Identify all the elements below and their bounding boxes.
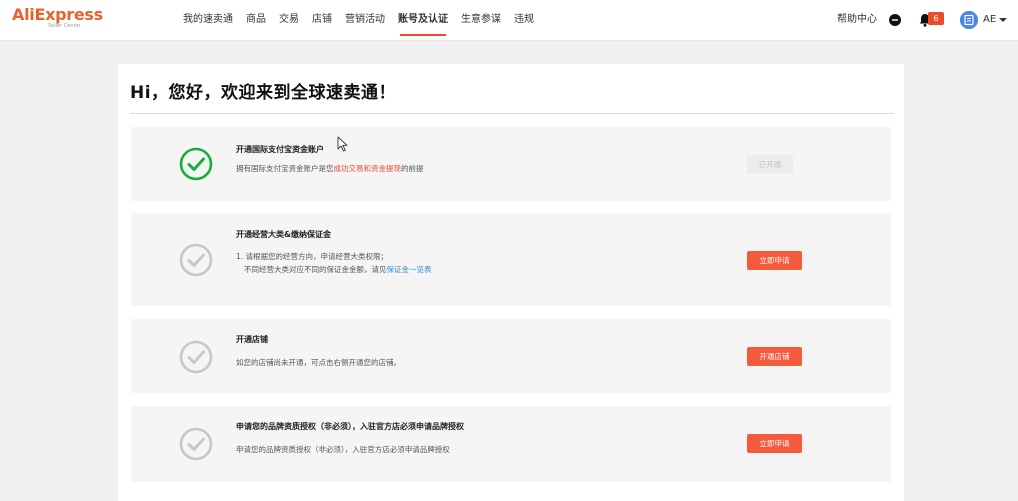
step-title: 开通店铺 <box>236 335 268 344</box>
nav-item-account-verification[interactable]: 账号及认证 <box>398 0 448 40</box>
mouse-cursor-icon <box>337 136 348 152</box>
logo-text: AliExpress <box>12 5 103 24</box>
deposit-table-link[interactable]: 保证金一览表 <box>387 265 432 274</box>
nav-item-store[interactable]: 店铺 <box>312 0 332 40</box>
aliexpress-logo[interactable]: AliExpress Seller Center <box>12 7 103 29</box>
user-account-code[interactable]: AE <box>983 0 996 40</box>
title-divider <box>130 113 894 114</box>
check-circle-icon <box>179 427 213 461</box>
open-store-button[interactable]: 开通店铺 <box>747 347 802 366</box>
step-business-category-deposit: 开通经营大类&缴纳保证金 1. 请根据您的经营方向，申请经营大类权限； 不同经营… <box>131 213 891 306</box>
avatar[interactable] <box>960 11 978 29</box>
check-circle-icon <box>179 243 213 277</box>
onboarding-card: Hi，您好，欢迎来到全球速卖通！ 开通国际支付宝资金账户 拥有国际支付宝资金账户… <box>118 64 904 501</box>
main-nav: 我的速卖通 商品 交易 店铺 营销活动 账号及认证 生意参谋 违规 <box>183 0 547 40</box>
nav-item-transactions[interactable]: 交易 <box>279 0 299 40</box>
step-description: 如您的店铺尚未开通，可点击右侧开通您的店铺。 <box>236 358 401 367</box>
page-title: Hi，您好，欢迎来到全球速卖通！ <box>130 83 397 103</box>
step-desc-highlight: 成功交易和资金提现 <box>333 164 402 173</box>
logo-subtitle: Seller Center <box>48 23 81 29</box>
step-brand-authorization: 申请您的品牌资质授权（非必须），入驻官方店必须申请品牌授权 申请您的品牌资质授权… <box>131 406 891 482</box>
step-description: 申请您的品牌资质授权（非必须），入驻官方店必须申请品牌授权 <box>236 445 450 454</box>
nav-item-my-aliexpress[interactable]: 我的速卖通 <box>183 0 233 40</box>
apply-brand-button[interactable]: 立即申请 <box>747 434 802 453</box>
opened-button: 已开通 <box>747 155 793 174</box>
step-title: 申请您的品牌资质授权（非必须），入驻官方店必须申请品牌授权 <box>236 422 464 431</box>
step-desc-text-end: 的前提 <box>401 164 424 173</box>
step-open-store: 开通店铺 如您的店铺尚未开通，可点击右侧开通您的店铺。 开通店铺 <box>131 319 891 393</box>
step-description-line-1: 1. 请根据您的经营方向，申请经营大类权限； <box>236 252 389 261</box>
step-desc-text: 拥有国际支付宝资金账户是您 <box>236 164 334 173</box>
check-circle-icon <box>179 340 213 374</box>
check-circle-done-icon <box>179 147 213 181</box>
top-navigation-bar: AliExpress Seller Center 我的速卖通 商品 交易 店铺 … <box>0 0 1018 41</box>
step-description-line-2: 不同经营大类对应不同的保证金金额，请见保证金一览表 <box>244 264 432 276</box>
nav-item-business-advisor[interactable]: 生意参谋 <box>461 0 501 40</box>
help-center-link[interactable]: 帮助中心 <box>837 0 877 40</box>
nav-item-violations[interactable]: 违规 <box>514 0 534 40</box>
step-title: 开通经营大类&缴纳保证金 <box>236 230 331 239</box>
chat-icon[interactable] <box>889 14 901 26</box>
apply-now-button[interactable]: 立即申请 <box>747 251 802 270</box>
chevron-down-icon[interactable] <box>999 18 1007 22</box>
notification-count-badge: 6 <box>928 12 944 25</box>
nav-item-products[interactable]: 商品 <box>246 0 266 40</box>
nav-item-marketing[interactable]: 营销活动 <box>345 0 385 40</box>
step-alipay-account: 开通国际支付宝资金账户 拥有国际支付宝资金账户是您成功交易和资金提现的前提 已开… <box>131 127 891 201</box>
step-title: 开通国际支付宝资金账户 <box>236 145 324 154</box>
step-description: 拥有国际支付宝资金账户是您成功交易和资金提现的前提 <box>236 163 424 175</box>
step-desc-text: 不同经营大类对应不同的保证金金额，请见 <box>244 265 387 274</box>
